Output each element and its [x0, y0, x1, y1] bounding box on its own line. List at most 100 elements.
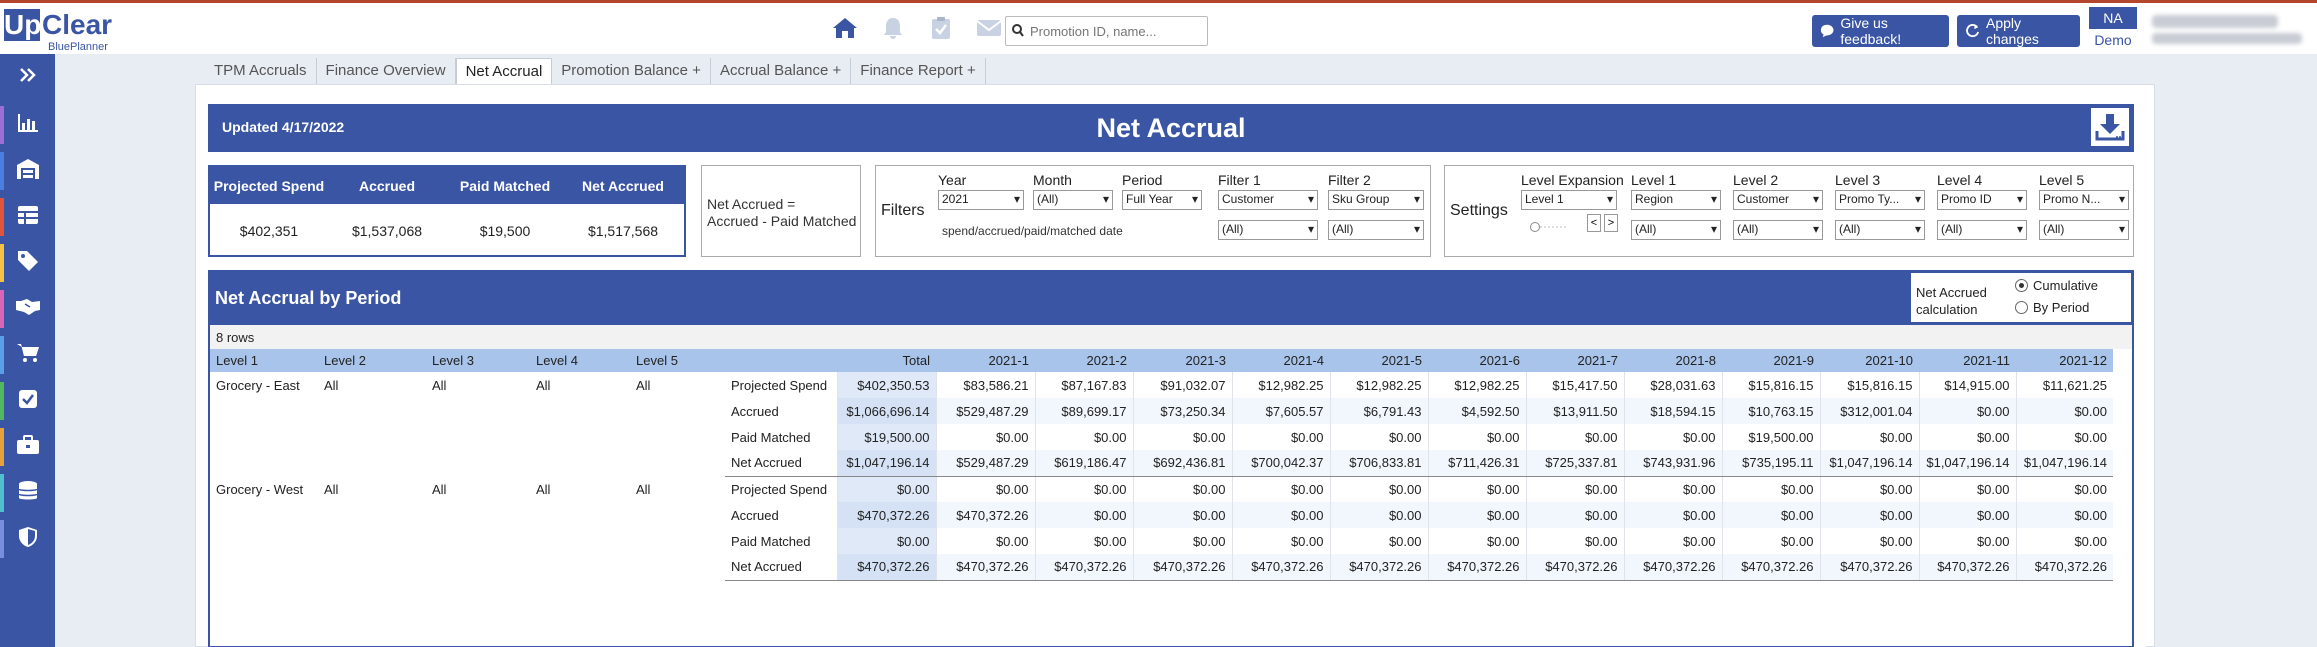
sidebar-item-cart[interactable] — [0, 332, 55, 378]
cart-icon — [16, 342, 40, 369]
settings-level-2-select[interactable]: Customer — [1733, 190, 1823, 210]
settings-level-3-filter[interactable]: (All) — [1835, 220, 1925, 240]
settings-level-4-filter[interactable]: (All) — [1937, 220, 2027, 240]
settings-level-1-filter[interactable]: (All) — [1631, 220, 1721, 240]
sidebar-item-table[interactable] — [0, 194, 55, 240]
period-value-cell: $470,372.26 — [1819, 554, 1919, 581]
col-header-level-1[interactable]: Level 1 — [210, 349, 318, 372]
col-header-period[interactable]: 2021-5 — [1330, 349, 1428, 372]
col-header-level-3[interactable]: Level 3 — [426, 349, 530, 372]
sidebar-item-bar-chart[interactable] — [0, 102, 55, 148]
settings-level-5-filter[interactable]: (All) — [2039, 220, 2129, 240]
col-header-period[interactable]: 2021-2 — [1035, 349, 1133, 372]
period-value-cell: $0.00 — [1918, 424, 2016, 450]
tab-promotion-balance[interactable]: Promotion Balance + — [552, 58, 711, 84]
period-value-cell: $15,816.15 — [1819, 372, 1919, 398]
filter2-select[interactable]: Sku Group — [1328, 190, 1424, 210]
filters-label: Filters — [881, 202, 925, 219]
level-next-button[interactable]: > — [1604, 214, 1618, 232]
measure-cell: Projected Spend — [731, 481, 828, 497]
tab-tpm-accruals[interactable]: TPM Accruals — [205, 58, 317, 84]
period-value-cell: $0.00 — [1918, 502, 2016, 528]
search-input[interactable] — [1030, 23, 1207, 39]
col-header-period[interactable]: 2021-9 — [1722, 349, 1820, 372]
period-value-cell: $470,372.26 — [1329, 554, 1428, 581]
tab-net-accrual[interactable]: Net Accrual — [455, 58, 553, 84]
col-header-level-5[interactable]: Level 5 — [630, 349, 725, 372]
clipboard-check-icon[interactable] — [928, 15, 954, 41]
level-expansion-input[interactable]: Level 1 — [1521, 190, 1617, 210]
filter1-select[interactable]: Customer — [1218, 190, 1318, 210]
col-header-period[interactable]: 2021-10 — [1820, 349, 1919, 372]
period-value-cell: $0.00 — [1623, 528, 1722, 554]
period-value-cell: $15,417.50 — [1525, 372, 1624, 398]
settings-level-1-select[interactable]: Region — [1631, 190, 1721, 210]
sidebar-item-chevron-double-right[interactable] — [0, 54, 55, 100]
filter2-value-select[interactable]: (All) — [1328, 220, 1424, 240]
period-value-cell: $0.00 — [1525, 476, 1624, 502]
month-select[interactable]: (All) — [1033, 190, 1113, 210]
period-value-cell: $743,931.96 — [1623, 450, 1722, 477]
sidebar-item-shield[interactable] — [0, 516, 55, 562]
calculation-mode-label: Net Accrued calculation — [1916, 284, 1987, 318]
apply-changes-label: Apply changes — [1985, 15, 2039, 47]
settings-level-3-select[interactable]: Promo Ty... — [1835, 190, 1925, 210]
sidebar-item-tag[interactable] — [0, 240, 55, 286]
col-header-period[interactable]: 2021-6 — [1428, 349, 1526, 372]
col-header-total[interactable]: Total — [837, 349, 936, 372]
period-value-cell: $0.00 — [1034, 424, 1133, 450]
sidebar-item-checkbox[interactable] — [0, 378, 55, 424]
period-select[interactable]: Full Year — [1122, 190, 1202, 210]
level-expansion-slider[interactable] — [1529, 220, 1569, 232]
download-button[interactable] — [2090, 107, 2130, 147]
col-header-period[interactable]: 2021-11 — [1919, 349, 2016, 372]
user-account-info[interactable] — [2146, 11, 2310, 51]
settings-level-4-select[interactable]: Promo ID — [1937, 190, 2027, 210]
user-badge[interactable]: NA Demo — [2089, 7, 2137, 51]
bell-icon[interactable] — [880, 15, 906, 41]
year-select[interactable]: 2021 — [938, 190, 1024, 210]
col-header-period[interactable]: 2021-8 — [1624, 349, 1722, 372]
period-value-cell: $0.00 — [2015, 528, 2113, 554]
apply-changes-button[interactable]: Apply changes — [1957, 15, 2080, 47]
table-row: Grocery - West All All All All Projected Spen… — [210, 476, 2113, 502]
sidebar-item-warehouse[interactable] — [0, 148, 55, 194]
col-header-period[interactable]: 2021-1 — [936, 349, 1035, 372]
checkbox-icon — [18, 389, 38, 414]
period-value-cell: $0.00 — [2015, 476, 2113, 502]
col-header-period[interactable]: 2021-7 — [1526, 349, 1624, 372]
sidebar-item-database[interactable] — [0, 470, 55, 516]
period-value-cell: $0.00 — [1329, 528, 1428, 554]
filter1-value-select[interactable]: (All) — [1218, 220, 1318, 240]
level-3-cell: All — [432, 482, 447, 497]
envelope-icon[interactable] — [976, 15, 1002, 41]
radio-cumulative[interactable]: Cumulative — [2015, 278, 2098, 293]
sidebar-item-briefcase[interactable] — [0, 424, 55, 470]
col-header-period[interactable]: 2021-3 — [1133, 349, 1232, 372]
settings-level-3-label: Level 3 — [1835, 172, 1881, 188]
period-value-cell: $529,487.29 — [935, 450, 1035, 477]
kpi-value-accrued: $1,537,068 — [351, 222, 423, 239]
level-2-cell: All — [324, 482, 339, 497]
tab-finance-report[interactable]: Finance Report + — [851, 58, 986, 84]
radio-by-period[interactable]: By Period — [2015, 300, 2089, 315]
col-header-level-2[interactable]: Level 2 — [318, 349, 426, 372]
level-prev-button[interactable]: < — [1587, 214, 1601, 232]
home-icon[interactable] — [832, 15, 858, 41]
search-box[interactable] — [1005, 16, 1208, 46]
feedback-button[interactable]: Give us feedback! — [1812, 15, 1949, 47]
kpi-value-net-accrued: $1,517,568 — [587, 222, 659, 239]
period-value-cell: $0.00 — [935, 424, 1035, 450]
col-header-level-4[interactable]: Level 4 — [530, 349, 630, 372]
settings-level-2-filter[interactable]: (All) — [1733, 220, 1823, 240]
tab-finance-overview[interactable]: Finance Overview — [317, 58, 456, 84]
upclear-logo[interactable]: Up Clear BluePlanner — [4, 9, 122, 53]
settings-level-5-select[interactable]: Promo N... — [2039, 190, 2129, 210]
col-header-period[interactable]: 2021-4 — [1232, 349, 1330, 372]
col-header-period[interactable]: 2021-12 — [2016, 349, 2113, 372]
period-label: Period — [1122, 172, 1163, 188]
period-value-cell: $19,500.00 — [1721, 424, 1820, 450]
level-5-cell: All — [636, 378, 651, 393]
sidebar-item-handshake[interactable] — [0, 286, 55, 332]
tab-accrual-balance[interactable]: Accrual Balance + — [711, 58, 852, 84]
